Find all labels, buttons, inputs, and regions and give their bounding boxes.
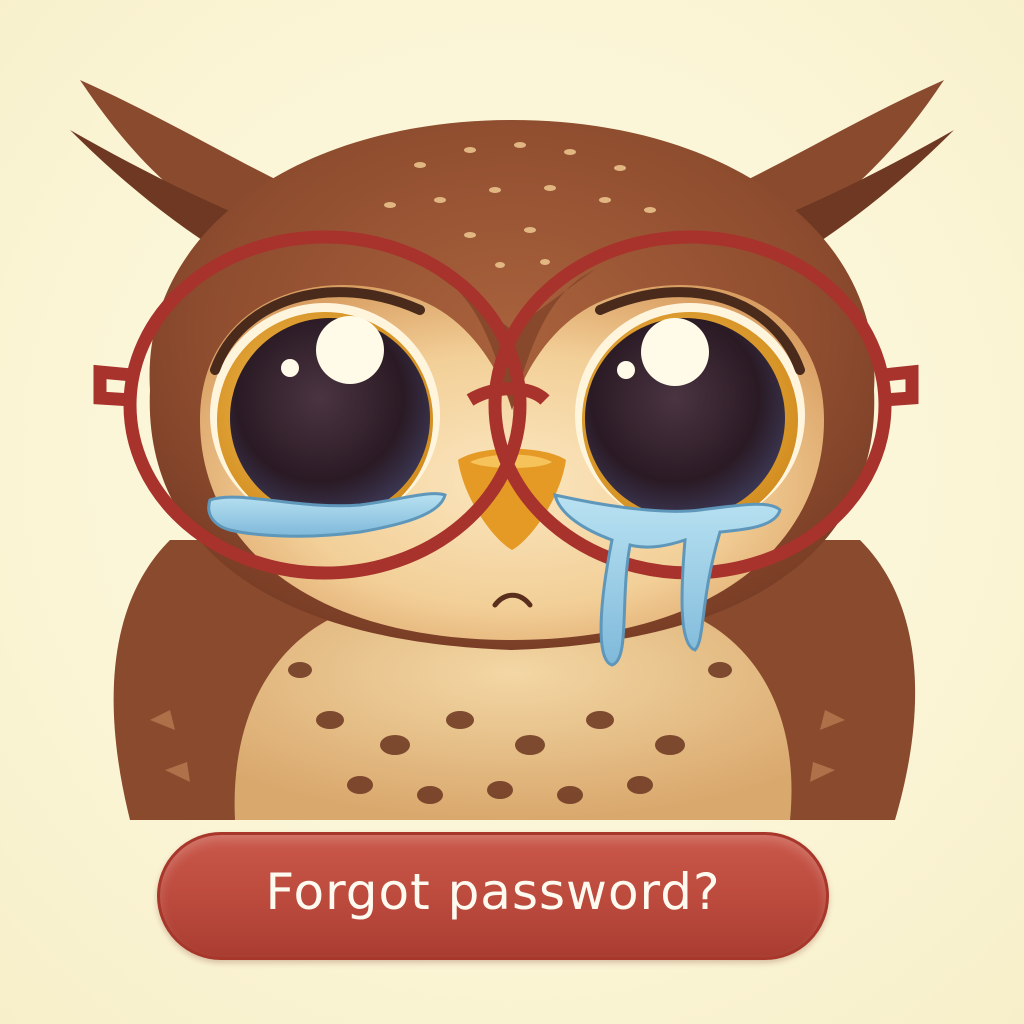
forgot-password-label: Forgot password? xyxy=(265,863,721,921)
forgot-password-button[interactable]: Forgot password? xyxy=(157,832,829,960)
page-canvas: Forgot password? xyxy=(0,0,1024,1024)
crying-owl-with-glasses-icon xyxy=(70,80,954,820)
